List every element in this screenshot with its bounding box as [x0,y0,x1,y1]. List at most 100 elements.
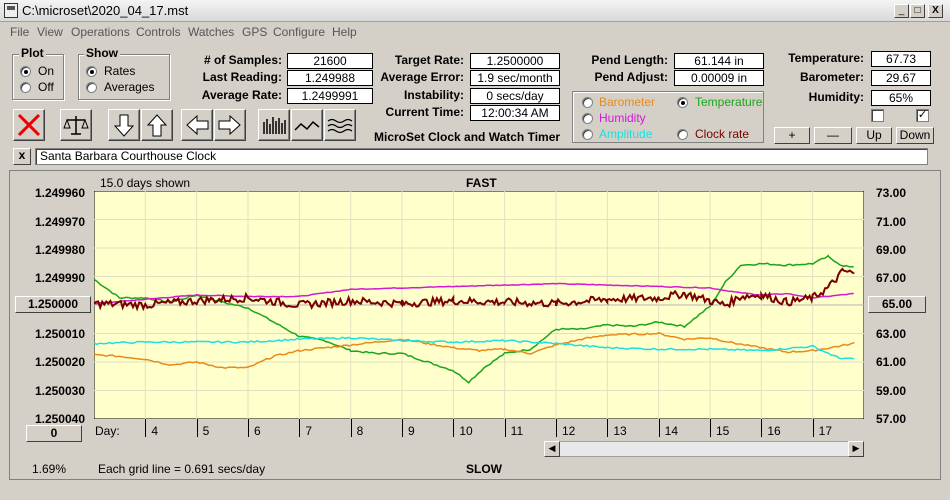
down-button[interactable]: Down [896,127,934,144]
show-averages-label: Averages [104,80,155,94]
pend-length-field[interactable]: 61.144 in [674,53,764,69]
checkbox-2[interactable]: ✓ [916,109,929,122]
right-value-box[interactable]: 65.00 [868,296,926,313]
x-tick-label: 13 [613,424,627,438]
plot-group-label: Plot [19,46,46,60]
last-reading-label: Last Reading: [202,70,282,84]
menu-view[interactable]: View [37,25,63,39]
balance-icon [63,116,89,135]
y-right-tick: 61.00 [876,355,907,369]
zero-box[interactable]: 0 [26,425,82,442]
up-button[interactable]: Up [856,127,892,144]
y-left-tick: 1.250040 [34,412,85,426]
plot-area[interactable] [94,191,864,419]
x-tick-mark [556,419,557,437]
y-left-tick: 1.249970 [34,215,85,229]
humidity-label: Humidity [599,111,646,125]
y-left-tick: 1.249960 [34,186,85,200]
plot-off-radio[interactable] [20,82,31,93]
target-rate-field[interactable]: 1.2500000 [470,53,560,69]
menu-operations[interactable]: Operations [71,25,130,39]
menu-configure[interactable]: Configure [273,25,325,39]
x-tick-label: 7 [305,424,313,438]
cancel-icon [17,113,41,137]
menu-controls[interactable]: Controls [136,25,181,39]
plus-button[interactable]: + [774,127,810,144]
line-graph-button[interactable] [291,109,323,141]
scroll-right-button[interactable]: ▶ [848,441,864,457]
restore-button[interactable]: □ [910,4,925,18]
pend-length-label: Pend Length: [591,53,668,67]
bar-graph-button[interactable] [258,109,290,141]
target-rate-label: Target Rate: [394,53,464,67]
wave-graph-button[interactable] [324,109,356,141]
x-tick-label: 8 [356,424,364,438]
arrow-up-icon [146,114,168,137]
line-graph-icon [294,120,320,131]
arrow-left-button[interactable] [181,109,213,141]
bar-graph-icon [263,117,286,134]
current-time-field: 12:00:34 AM [470,105,560,121]
balance-button[interactable] [60,109,92,141]
pend-adjust-field: 0.00009 in [674,70,764,86]
scroll-left-button[interactable]: ◀ [544,441,560,457]
amplitude-radio[interactable] [582,129,593,140]
left-value-box[interactable]: 1.250000 [15,296,91,313]
temperature-radio[interactable] [677,97,688,108]
barometer-field: 29.67 [871,70,931,86]
grid-note: Each grid line = 0.691 secs/day [98,462,266,476]
minimize-button[interactable]: _ [894,4,909,18]
arrow-down-icon [113,114,135,137]
day-label: Day: [95,424,120,438]
menu-file[interactable]: File [10,25,29,39]
fast-label: FAST [466,176,497,190]
average-error-field: 1.9 sec/month [470,70,560,86]
menu-bar: File View Operations Controls Watches GP… [0,22,950,41]
arrow-down-button[interactable] [108,109,140,141]
horizontal-scrollbar[interactable] [544,441,864,457]
minus-button[interactable]: — [814,127,852,144]
clockrate-radio[interactable] [677,129,688,140]
clockrate-label: Clock rate [695,127,750,141]
instability-label: Instability: [403,88,464,102]
menu-gps[interactable]: GPS [242,25,267,39]
x-tick-mark [761,419,763,437]
x-tick-label: 11 [510,424,524,438]
arrow-right-button[interactable] [214,109,246,141]
humidity-reading-label: Humidity: [808,90,864,104]
percent-label: 1.69% [32,462,67,476]
show-rates-radio[interactable] [86,66,97,77]
y-right-tick: 59.00 [876,384,907,398]
y-left-tick: 1.250020 [34,355,85,369]
menu-help[interactable]: Help [332,25,357,39]
x-tick-label: 4 [151,424,159,438]
x-tick-label: 12 [562,424,576,438]
wave-graph-icon [327,118,353,134]
amplitude-label: Amplitude [599,127,653,141]
y-left-tick: 1.250010 [34,327,85,341]
menu-watches[interactable]: Watches [188,25,234,39]
checkbox-1[interactable] [871,109,884,122]
app-icon [4,3,18,18]
x-tick-label: 16 [767,424,781,438]
plot-on-radio[interactable] [20,66,31,77]
x-tick-label: 6 [254,424,261,438]
average-rate-label: Average Rate: [201,88,282,102]
y-right-tick: 73.00 [876,186,907,200]
app-caption: MicroSet Clock and Watch Timer [374,130,561,144]
show-averages-radio[interactable] [86,82,97,93]
close-button[interactable]: X [928,4,943,18]
x-tick-label: 15 [716,424,730,438]
days-shown-label: 15.0 days shown [100,176,191,190]
watch-name-input[interactable]: Santa Barbara Courthouse Clock [35,148,928,165]
arrow-up-button[interactable] [141,109,173,141]
current-time-label: Current Time: [385,105,464,119]
barometer-radio[interactable] [582,97,593,108]
x-tick-mark [350,419,352,437]
cancel-button[interactable] [13,109,45,141]
arrow-left-icon [186,114,209,136]
y-left-tick: 1.249980 [34,243,85,257]
watch-close-button[interactable]: x [13,148,31,165]
x-tick-label: 9 [408,424,415,438]
humidity-radio[interactable] [582,113,593,124]
